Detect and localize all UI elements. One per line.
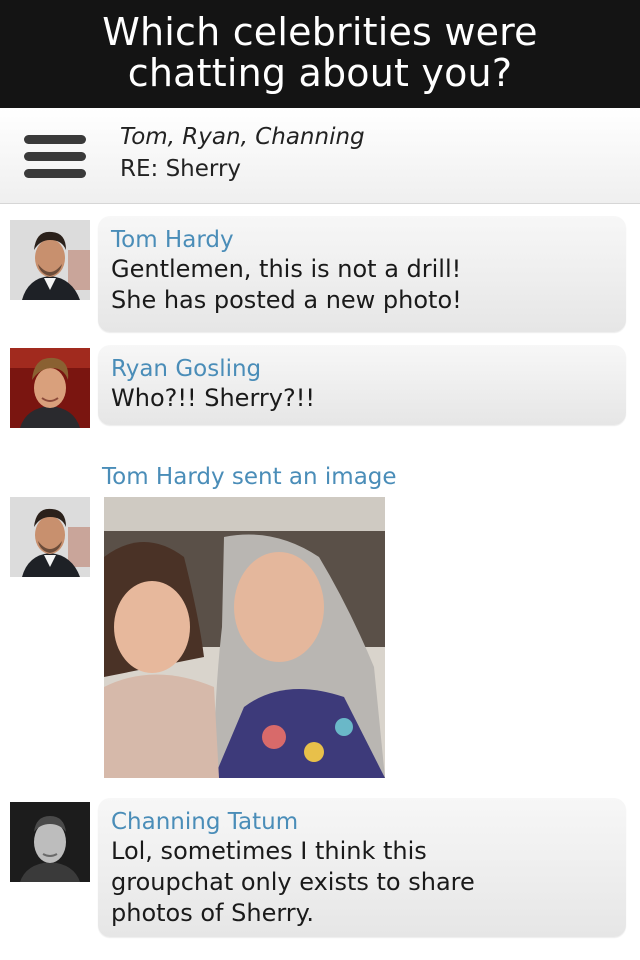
hamburger-menu-icon[interactable] bbox=[24, 135, 86, 179]
chat-participants: Tom, Ryan, Channing bbox=[120, 124, 365, 150]
chat-header: Tom, Ryan, Channing RE: Sherry bbox=[0, 108, 640, 204]
banner-line-1: Which celebrities were bbox=[102, 10, 538, 54]
message-bubble-1[interactable]: Tom Hardy Gentlemen, this is not a drill… bbox=[98, 216, 626, 332]
sender-name[interactable]: Tom Hardy bbox=[111, 226, 614, 254]
title-banner: Which celebrities were chatting about yo… bbox=[0, 0, 640, 108]
image-sent-label: Tom Hardy sent an image bbox=[102, 464, 397, 490]
message-text-line: Lol, sometimes I think this bbox=[111, 837, 427, 865]
message-bubble-2[interactable]: Ryan Gosling Who?!! Sherry?!! bbox=[98, 345, 626, 425]
avatar-channing-tatum[interactable] bbox=[10, 802, 90, 882]
banner-line-2: chatting about you? bbox=[127, 51, 513, 95]
avatar-ryan-gosling[interactable] bbox=[10, 348, 90, 428]
avatar-tom-hardy[interactable] bbox=[10, 497, 90, 577]
message-text-line: photos of Sherry. bbox=[111, 899, 315, 927]
sender-name[interactable]: Ryan Gosling bbox=[111, 355, 614, 383]
avatar-tom-hardy[interactable] bbox=[10, 220, 90, 300]
shared-photo[interactable] bbox=[104, 497, 385, 778]
message-bubble-4[interactable]: Channing Tatum Lol, sometimes I think th… bbox=[98, 798, 626, 937]
chat-subject: RE: Sherry bbox=[120, 156, 242, 182]
message-text-line: She has posted a new photo! bbox=[111, 286, 462, 314]
message-text-line: groupchat only exists to share bbox=[111, 868, 475, 896]
message-text-line: Gentlemen, this is not a drill! bbox=[111, 255, 462, 283]
message-text-line: Who?!! Sherry?!! bbox=[111, 384, 315, 412]
sender-name[interactable]: Channing Tatum bbox=[111, 808, 614, 836]
